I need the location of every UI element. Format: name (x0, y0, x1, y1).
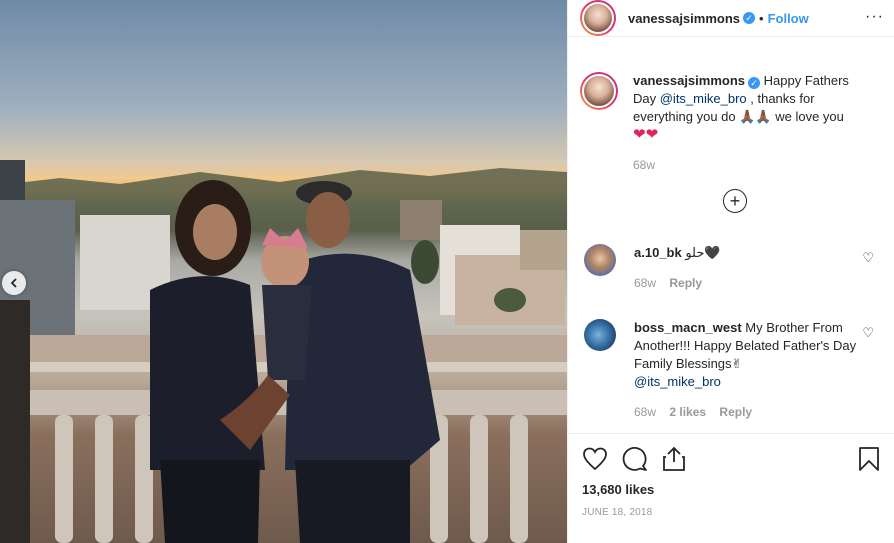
commenter-avatar[interactable] (584, 244, 616, 276)
comment-item: boss_macn_west My Brother From Another!!… (580, 319, 882, 421)
caption-body: vanessajsimmons ✓ Happy Fathers Day @its_… (633, 72, 873, 174)
comment-meta: 68w Reply (634, 274, 864, 292)
previous-photo-button[interactable] (2, 271, 26, 295)
comment-like-heart-icon[interactable]: ♡ (862, 325, 874, 341)
caption-username[interactable]: vanessajsimmons (633, 73, 745, 88)
reply-button[interactable]: Reply (719, 405, 752, 419)
commenter-avatar[interactable] (584, 319, 616, 351)
caption: vanessajsimmons ✓ Happy Fathers Day @its_… (568, 72, 894, 174)
likes-count[interactable]: 13,680 likes (582, 482, 880, 497)
hearts-emoji: ❤❤ (633, 126, 659, 143)
comment-likes[interactable]: 2 likes (669, 405, 706, 419)
post-details-panel: vanessajsimmons ✓ • Follow ··· vanessajs… (567, 0, 894, 543)
verified-badge-icon: ✓ (748, 77, 761, 89)
post-date: JUNE 18, 2018 (582, 507, 653, 518)
post-photo[interactable] (0, 0, 567, 543)
comment-icon[interactable] (622, 446, 648, 472)
more-options-icon[interactable]: ··· (865, 9, 884, 25)
commenter-username[interactable]: boss_macn_west (634, 320, 742, 335)
comment-text: حلو🖤 (685, 245, 721, 260)
chevron-left-icon (10, 278, 17, 288)
author-username[interactable]: vanessajsimmons (628, 11, 740, 26)
bookmark-icon[interactable] (858, 446, 880, 472)
comment-item: a.10_bk حلو🖤 68w Reply ♡ (580, 244, 882, 292)
caption-meta: 68w (633, 156, 873, 174)
comment-time[interactable]: 68w (634, 276, 656, 290)
verified-badge-icon: ✓ (743, 12, 756, 24)
share-icon[interactable] (662, 446, 686, 472)
caption-time[interactable]: 68w (633, 158, 655, 172)
comment-like-heart-icon[interactable]: ♡ (862, 250, 874, 266)
comments-section: vanessajsimmons ✓ Happy Fathers Day @its_… (568, 54, 894, 174)
reply-button[interactable]: Reply (669, 276, 702, 290)
commenter-username[interactable]: a.10_bk (634, 245, 682, 260)
comment-mention-link[interactable]: @its_mike_bro (634, 374, 721, 389)
caption-mention-link[interactable]: @its_mike_bro (660, 91, 747, 106)
photo-scene (0, 160, 567, 543)
comment-meta: 68w 2 likes Reply (634, 403, 864, 421)
heart-icon[interactable] (582, 447, 608, 471)
post-header: vanessajsimmons ✓ • Follow ··· (568, 0, 894, 37)
post-actions: 13,680 likes JUNE 18, 2018 (568, 433, 894, 518)
comment-time[interactable]: 68w (634, 405, 656, 419)
load-more-comments-button[interactable]: + (723, 189, 747, 213)
comment-body: a.10_bk حلو🖤 68w Reply (634, 244, 864, 292)
instagram-post-page: vanessajsimmons ✓ • Follow ··· vanessajs… (0, 0, 894, 543)
action-bar (582, 444, 880, 474)
caption-avatar[interactable] (580, 72, 618, 110)
comment-body: boss_macn_west My Brother From Another!!… (634, 319, 864, 421)
follow-button[interactable]: Follow (768, 11, 809, 26)
author-avatar[interactable] (580, 0, 616, 36)
separator-dot: • (759, 10, 764, 26)
